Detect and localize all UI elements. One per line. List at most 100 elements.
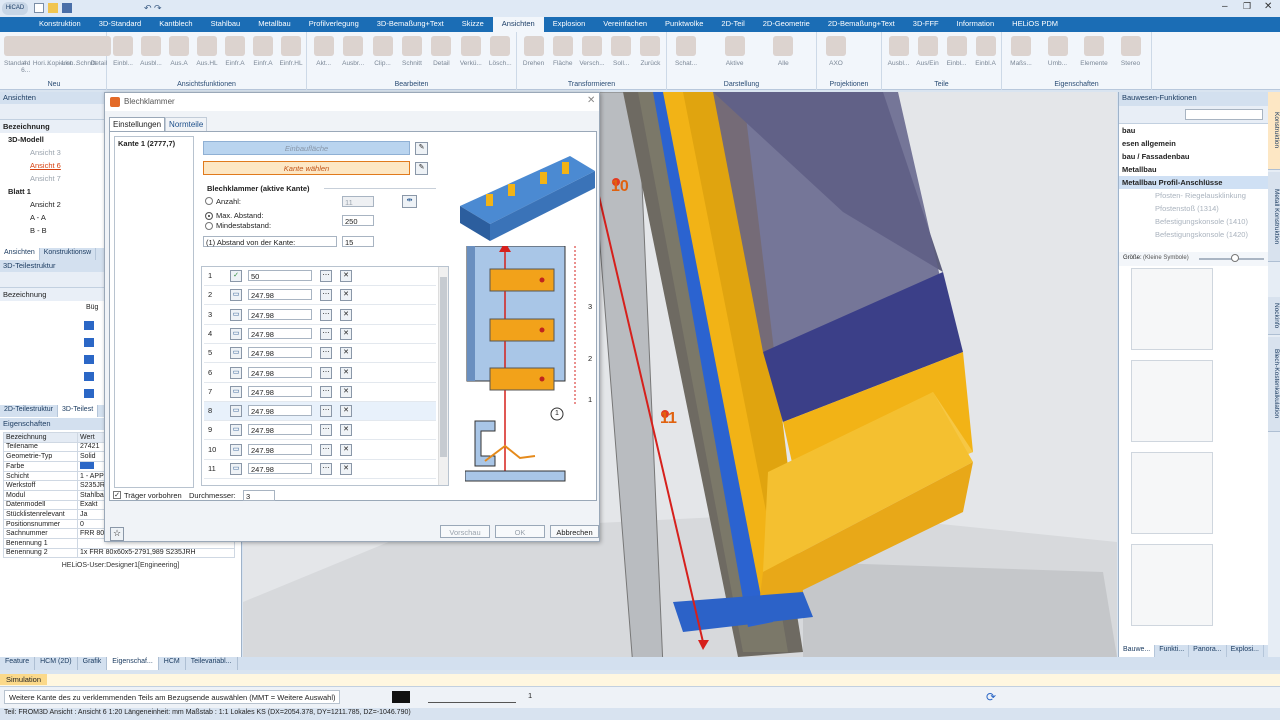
ribbon-button[interactable]: Stereo bbox=[1114, 36, 1148, 67]
favorite-icon[interactable]: ☆ bbox=[110, 527, 124, 541]
tab-explosion[interactable]: Explosi... bbox=[1227, 645, 1264, 657]
ribbon-button[interactable]: Einbl.A bbox=[971, 36, 1000, 67]
ribbon-button[interactable]: Maßs... bbox=[1004, 36, 1038, 67]
distance-type-icon[interactable]: ▭ bbox=[230, 443, 242, 456]
distance-type-icon[interactable]: ▭ bbox=[230, 327, 242, 340]
delete-row-icon[interactable]: ✕ bbox=[340, 385, 352, 398]
surface-button[interactable]: Einbaufläche bbox=[203, 141, 410, 155]
delete-row-icon[interactable]: ✕ bbox=[340, 443, 352, 456]
ribbon-button[interactable]: Aus.HL bbox=[193, 36, 221, 67]
distance-value-field[interactable]: 247.98 bbox=[248, 405, 312, 417]
line-style-combo[interactable] bbox=[428, 691, 516, 703]
menu-tab[interactable]: 3D-Standard bbox=[90, 17, 151, 32]
vtab-info[interactable]: Nockinfo bbox=[1268, 297, 1280, 335]
new-icon[interactable] bbox=[34, 3, 44, 13]
menu-tab[interactable]: Ansichten bbox=[492, 17, 544, 32]
menu-tab[interactable]: 3D-Bemaßung+Text bbox=[368, 17, 453, 32]
ribbon-button[interactable]: List... bbox=[61, 36, 82, 67]
ribbon-button[interactable]: Aus/Ein bbox=[913, 36, 942, 67]
distance-row[interactable]: 11 ▭ 247.98 ⋯ ✕ bbox=[204, 460, 436, 479]
ribbon-button[interactable]: Umb... bbox=[1041, 36, 1075, 67]
delete-row-icon[interactable]: ✕ bbox=[340, 270, 352, 282]
open-icon[interactable] bbox=[48, 3, 58, 13]
distance-type-icon[interactable]: ▭ bbox=[230, 289, 242, 302]
bottom-tab[interactable]: Grafik bbox=[78, 657, 108, 670]
distance-type-icon[interactable]: ▭ bbox=[230, 385, 242, 398]
distance-row[interactable]: 7 ▭ 247.98 ⋯ ✕ bbox=[204, 383, 436, 402]
ribbon-button[interactable]: Kopieren bbox=[47, 36, 73, 67]
simulation-label[interactable]: Simulation bbox=[0, 674, 48, 685]
count-field[interactable]: 11 bbox=[342, 196, 374, 207]
bottom-tab[interactable]: Teilevariabl... bbox=[186, 657, 238, 670]
thumbnail-1[interactable] bbox=[1131, 268, 1213, 350]
menu-tab[interactable]: Explosion bbox=[544, 17, 595, 32]
edge-list-item[interactable]: Kante 1 (2777,7) bbox=[115, 137, 193, 150]
menu-tab[interactable]: 3D-FFF bbox=[904, 17, 948, 32]
function-item[interactable]: Pfosten- Riegelausklinkung bbox=[1119, 189, 1268, 202]
function-item[interactable]: esen allgemein bbox=[1119, 137, 1268, 150]
distance-row[interactable]: 9 ▭ 247.98 ⋯ ✕ bbox=[204, 421, 436, 441]
options-icon[interactable]: ⋯ bbox=[320, 463, 332, 475]
delete-row-icon[interactable]: ✕ bbox=[340, 463, 352, 475]
undo-icon[interactable]: ↶ bbox=[144, 3, 152, 14]
radio-max-distance[interactable] bbox=[205, 212, 213, 220]
radio-count[interactable] bbox=[205, 197, 213, 205]
ribbon-button[interactable]: Einbl... bbox=[942, 36, 971, 67]
delete-row-icon[interactable]: ✕ bbox=[340, 405, 352, 418]
menu-tab[interactable]: Stahlbau bbox=[202, 17, 250, 32]
distance-value-field[interactable]: 247.98 bbox=[248, 443, 312, 455]
menu-tab[interactable]: HELiOS PDM bbox=[1003, 17, 1067, 32]
tab-panorama[interactable]: Panora... bbox=[1189, 645, 1227, 657]
menu-tab[interactable]: Profilverlegung bbox=[300, 17, 368, 32]
options-icon[interactable]: ⋯ bbox=[320, 405, 332, 418]
vtab-metal-construction[interactable]: Metall Konstruktion bbox=[1268, 172, 1280, 262]
ribbon-button[interactable]: Aus.A bbox=[165, 36, 193, 67]
size-slider-thumb[interactable] bbox=[1231, 254, 1239, 262]
options-icon[interactable]: ⋯ bbox=[320, 385, 332, 398]
distance-value-field[interactable]: 247.98 bbox=[248, 424, 312, 436]
ribbon-button[interactable]: Ausbl... bbox=[137, 36, 165, 67]
ribbon-button[interactable]: Schnitt bbox=[397, 36, 426, 67]
distance-row[interactable]: 5 ▭ 247.98 ⋯ ✕ bbox=[204, 344, 436, 364]
edge-button[interactable]: Kante wählen bbox=[203, 161, 410, 175]
ribbon-button[interactable]: Detail bbox=[427, 36, 456, 67]
ribbon-button[interactable]: Fläche bbox=[548, 36, 577, 67]
diameter-field[interactable]: 3 bbox=[243, 490, 275, 501]
ribbon-button[interactable]: Zurück bbox=[636, 36, 665, 67]
function-item[interactable]: Befestigungskonsole (1420) bbox=[1119, 228, 1268, 241]
structure-item-first[interactable]: Büg bbox=[86, 304, 98, 311]
ribbon-button[interactable]: Einfr.HL bbox=[277, 36, 305, 67]
distance-type-icon[interactable]: ▭ bbox=[230, 405, 242, 418]
ok-button[interactable]: OK bbox=[495, 525, 545, 538]
options-icon[interactable]: ⋯ bbox=[320, 270, 332, 282]
distance-row[interactable]: 10 ▭ 247.98 ⋯ ✕ bbox=[204, 441, 436, 460]
distance-row[interactable]: 2 ▭ 247.98 ⋯ ✕ bbox=[204, 286, 436, 306]
thumbnail-2[interactable] bbox=[1131, 360, 1213, 442]
distance-row[interactable]: 6 ▭ 247.98 ⋯ ✕ bbox=[204, 364, 436, 383]
ribbon-button[interactable]: AXO bbox=[819, 36, 853, 67]
dialog-close-icon[interactable]: ✕ bbox=[587, 95, 595, 106]
max-distance-field[interactable]: 250 bbox=[342, 215, 374, 226]
tab-2d-structure[interactable]: 2D-Teilestruktur bbox=[0, 405, 59, 417]
delete-row-icon[interactable]: ✕ bbox=[340, 289, 352, 302]
distance-type-icon[interactable]: ▭ bbox=[230, 424, 242, 437]
distance-type-icon[interactable]: ▭ bbox=[230, 347, 242, 360]
ribbon-button[interactable]: Aktive bbox=[718, 36, 752, 67]
color-swatch[interactable] bbox=[392, 691, 410, 703]
ribbon-button[interactable]: Alle bbox=[766, 36, 800, 67]
ribbon-button[interactable]: Einbl... bbox=[109, 36, 137, 67]
menu-tab[interactable]: Vereinfachen bbox=[594, 17, 656, 32]
delete-row-icon[interactable]: ✕ bbox=[340, 327, 352, 340]
ribbon-button[interactable]: Ausbr... bbox=[338, 36, 367, 67]
options-icon[interactable]: ⋯ bbox=[320, 443, 332, 456]
cancel-button[interactable]: Abbrechen bbox=[550, 525, 599, 538]
edge-pick-icon[interactable]: ✎ bbox=[415, 162, 428, 175]
function-item[interactable]: Metallbau bbox=[1119, 163, 1268, 176]
distribution-icon[interactable]: ⇹ bbox=[402, 195, 417, 208]
distance-row[interactable]: 8 ▭ 247.98 ⋯ ✕ bbox=[204, 402, 436, 422]
drill-checkbox[interactable]: ✓ bbox=[113, 491, 121, 499]
vtab-costing[interactable]: Blech-Kostenkalkulation bbox=[1268, 337, 1280, 432]
ribbon-button[interactable]: Hori... bbox=[32, 36, 53, 67]
function-item[interactable]: Pfostenstoß (1314) bbox=[1119, 202, 1268, 215]
tab-3d-structure[interactable]: 3D-Teilest bbox=[58, 405, 99, 417]
